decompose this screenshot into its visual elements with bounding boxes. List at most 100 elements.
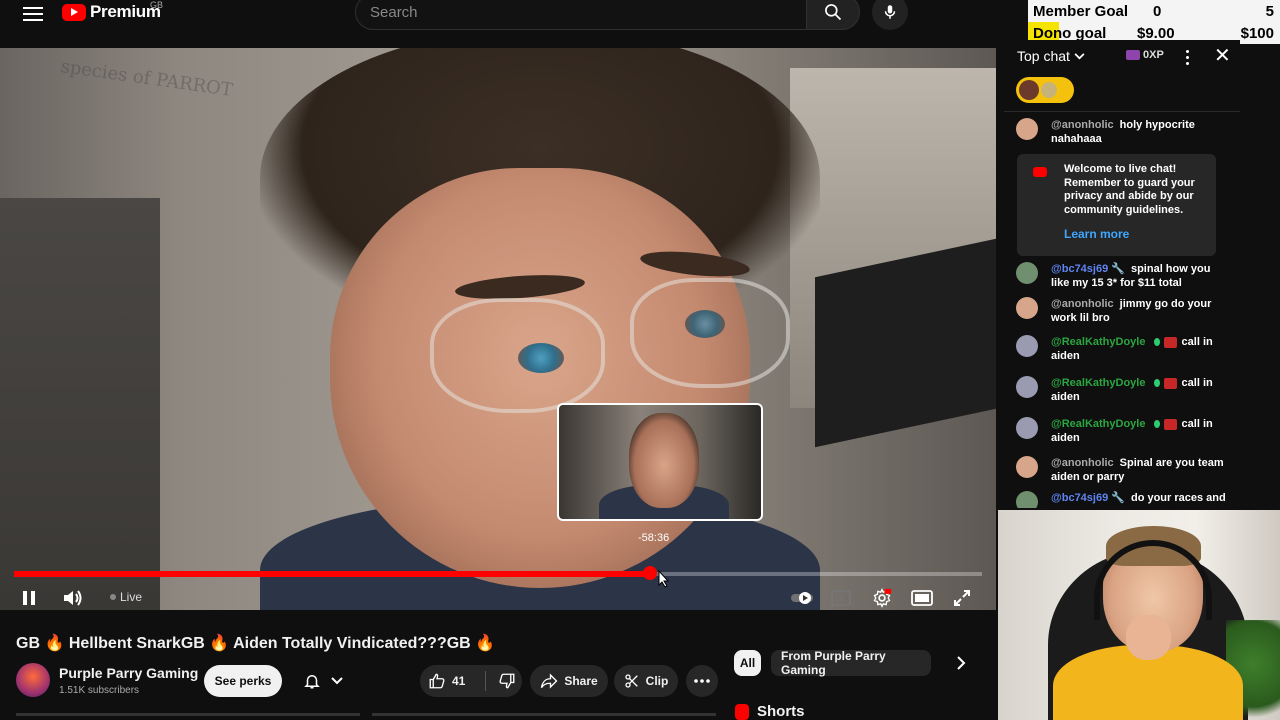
live-label: Live: [120, 590, 143, 604]
member-badge-icon: [1154, 338, 1161, 347]
fullscreen-button[interactable]: [950, 586, 974, 610]
search-input[interactable]: Search: [355, 0, 807, 30]
search-placeholder: Search: [370, 3, 418, 21]
chat-author: @bc74sj69 🔧: [1051, 492, 1125, 504]
chat-message-body: @anonholic Spinal are you team aiden or p…: [1051, 456, 1231, 484]
voice-search-button[interactable]: [872, 0, 908, 30]
autoplay-toggle-icon: [791, 592, 813, 604]
share-icon: [541, 673, 558, 689]
shorts-logo-icon: [735, 703, 749, 720]
progress-scrubber-handle[interactable]: [643, 566, 657, 580]
chat-author: @RealKathyDoyle: [1051, 418, 1146, 430]
xp-icon: [1126, 50, 1140, 60]
subtitles-button[interactable]: CC: [830, 586, 852, 610]
chat-mode-dropdown[interactable]: Top chat: [1017, 48, 1085, 64]
chip-all[interactable]: All: [734, 650, 761, 676]
chat-author: @bc74sj69 🔧: [1051, 263, 1125, 275]
see-perks-button[interactable]: See perks: [204, 665, 282, 697]
search-icon: [825, 4, 842, 21]
notification-bell-button[interactable]: [292, 665, 354, 697]
theater-mode-button[interactable]: [910, 586, 934, 610]
volume-icon: [64, 590, 82, 606]
streamer-webcam: [998, 510, 1280, 720]
chat-message-body: @bc74sj69 🔧 do your races and: [1051, 491, 1231, 505]
svg-text:CC: CC: [835, 595, 845, 603]
thumbs-up-icon[interactable]: [428, 672, 446, 690]
like-count[interactable]: 41: [452, 674, 465, 688]
learn-more-link[interactable]: Learn more: [1064, 227, 1129, 241]
comment-divider: [372, 713, 716, 716]
chat-message-body: @anonholic holy hypocrite nahahaaa: [1051, 118, 1231, 146]
video-person-glasses: [630, 278, 790, 388]
chat-avatar: [1016, 456, 1038, 478]
video-player[interactable]: species of PARROT: [0, 48, 996, 610]
emoji-icon: [1163, 377, 1177, 389]
more-horizontal-icon: [694, 679, 710, 683]
chat-avatar: [1016, 335, 1038, 357]
live-dot-icon: [110, 594, 116, 600]
chat-author: @RealKathyDoyle: [1051, 377, 1146, 389]
chat-ticker[interactable]: [1016, 77, 1074, 103]
fullscreen-icon: [954, 590, 970, 606]
video-background-door: [0, 198, 160, 610]
youtube-play-icon: [62, 3, 86, 21]
chat-author: @RealKathyDoyle: [1051, 336, 1146, 348]
top-bar: Premium GB Search: [0, 0, 1030, 40]
dono-goal-current: $9.00: [1137, 24, 1175, 42]
ticker-avatar: [1019, 80, 1039, 100]
member-goal-label: Member Goal: [1033, 2, 1129, 20]
dono-goal-target: $100: [1240, 24, 1274, 42]
member-goal-current: 0: [1153, 2, 1162, 20]
chat-message-body: @RealKathyDoyle call in aiden: [1051, 417, 1231, 445]
chip-from-channel[interactable]: From Purple Parry Gaming: [771, 649, 931, 677]
subtitles-icon: CC: [831, 590, 851, 606]
shorts-label: Shorts: [757, 703, 805, 720]
scissors-icon: [624, 674, 638, 688]
chat-avatar: [1016, 417, 1038, 439]
video-title: GB 🔥 Hellbent SnarkGB 🔥 Aiden Totally Vi…: [16, 635, 496, 652]
emoji-icon: [1163, 418, 1177, 430]
clip-button[interactable]: Clip: [614, 665, 678, 697]
channel-name[interactable]: Purple Parry Gaming: [59, 665, 198, 681]
chat-mode-label: Top chat: [1017, 48, 1070, 64]
welcome-banner: Welcome to live chat! Remember to guard …: [1017, 154, 1216, 256]
welcome-text: Welcome to live chat! Remember to guard …: [1064, 163, 1195, 216]
logo-region: GB: [150, 0, 164, 10]
member-badge-icon: [1154, 420, 1161, 429]
microphone-icon: [884, 5, 896, 19]
share-button[interactable]: Share: [530, 665, 608, 697]
pause-button[interactable]: [18, 586, 40, 610]
volume-button[interactable]: [60, 586, 86, 610]
chat-avatar: [1016, 491, 1038, 508]
chat-avatar: [1016, 262, 1038, 284]
thumbs-down-icon[interactable]: [498, 672, 516, 690]
xp-badge[interactable]: 0XP: [1126, 49, 1164, 61]
chat-avatar: [1016, 118, 1038, 140]
member-goal-row: Member Goal 0 5: [1028, 0, 1280, 22]
search-button[interactable]: [806, 0, 860, 30]
live-indicator[interactable]: Live: [110, 590, 142, 604]
app-root: Premium GB Search Member Goal 0 5 Dono g…: [0, 0, 1280, 720]
close-chat-icon[interactable]: ✕: [1214, 46, 1231, 66]
xp-value: 0XP: [1143, 49, 1164, 61]
ticker-gift-icon: [1041, 82, 1057, 98]
chat-more-options-icon[interactable]: [1186, 50, 1190, 65]
chips-next-button[interactable]: [956, 656, 966, 675]
channel-avatar[interactable]: [16, 663, 50, 697]
chat-message-body: @anonholic jimmy go do your work lil bro: [1051, 297, 1231, 325]
hamburger-menu-icon[interactable]: [20, 4, 46, 24]
settings-button[interactable]: [870, 586, 894, 610]
youtube-logo[interactable]: Premium: [62, 2, 161, 22]
video-person-glasses: [430, 298, 605, 413]
chat-author: @anonholic: [1051, 457, 1114, 469]
preview-person-head: [629, 413, 699, 508]
player-controls: Live CC: [0, 586, 996, 612]
more-actions-button[interactable]: [686, 665, 718, 697]
scrub-time-tooltip: -58:36: [638, 532, 670, 544]
member-goal-target: 5: [1265, 2, 1274, 20]
chat-text: do your races and: [1130, 492, 1226, 504]
stream-goal-overlay: Member Goal 0 5 Dono goal $9.00 $100: [1028, 0, 1280, 44]
autoplay-toggle[interactable]: [790, 586, 816, 610]
emoji-icon: [1163, 336, 1177, 348]
live-chat-panel: Top chat 0XP ✕ @anonholic holy hypocrite …: [1004, 40, 1240, 508]
